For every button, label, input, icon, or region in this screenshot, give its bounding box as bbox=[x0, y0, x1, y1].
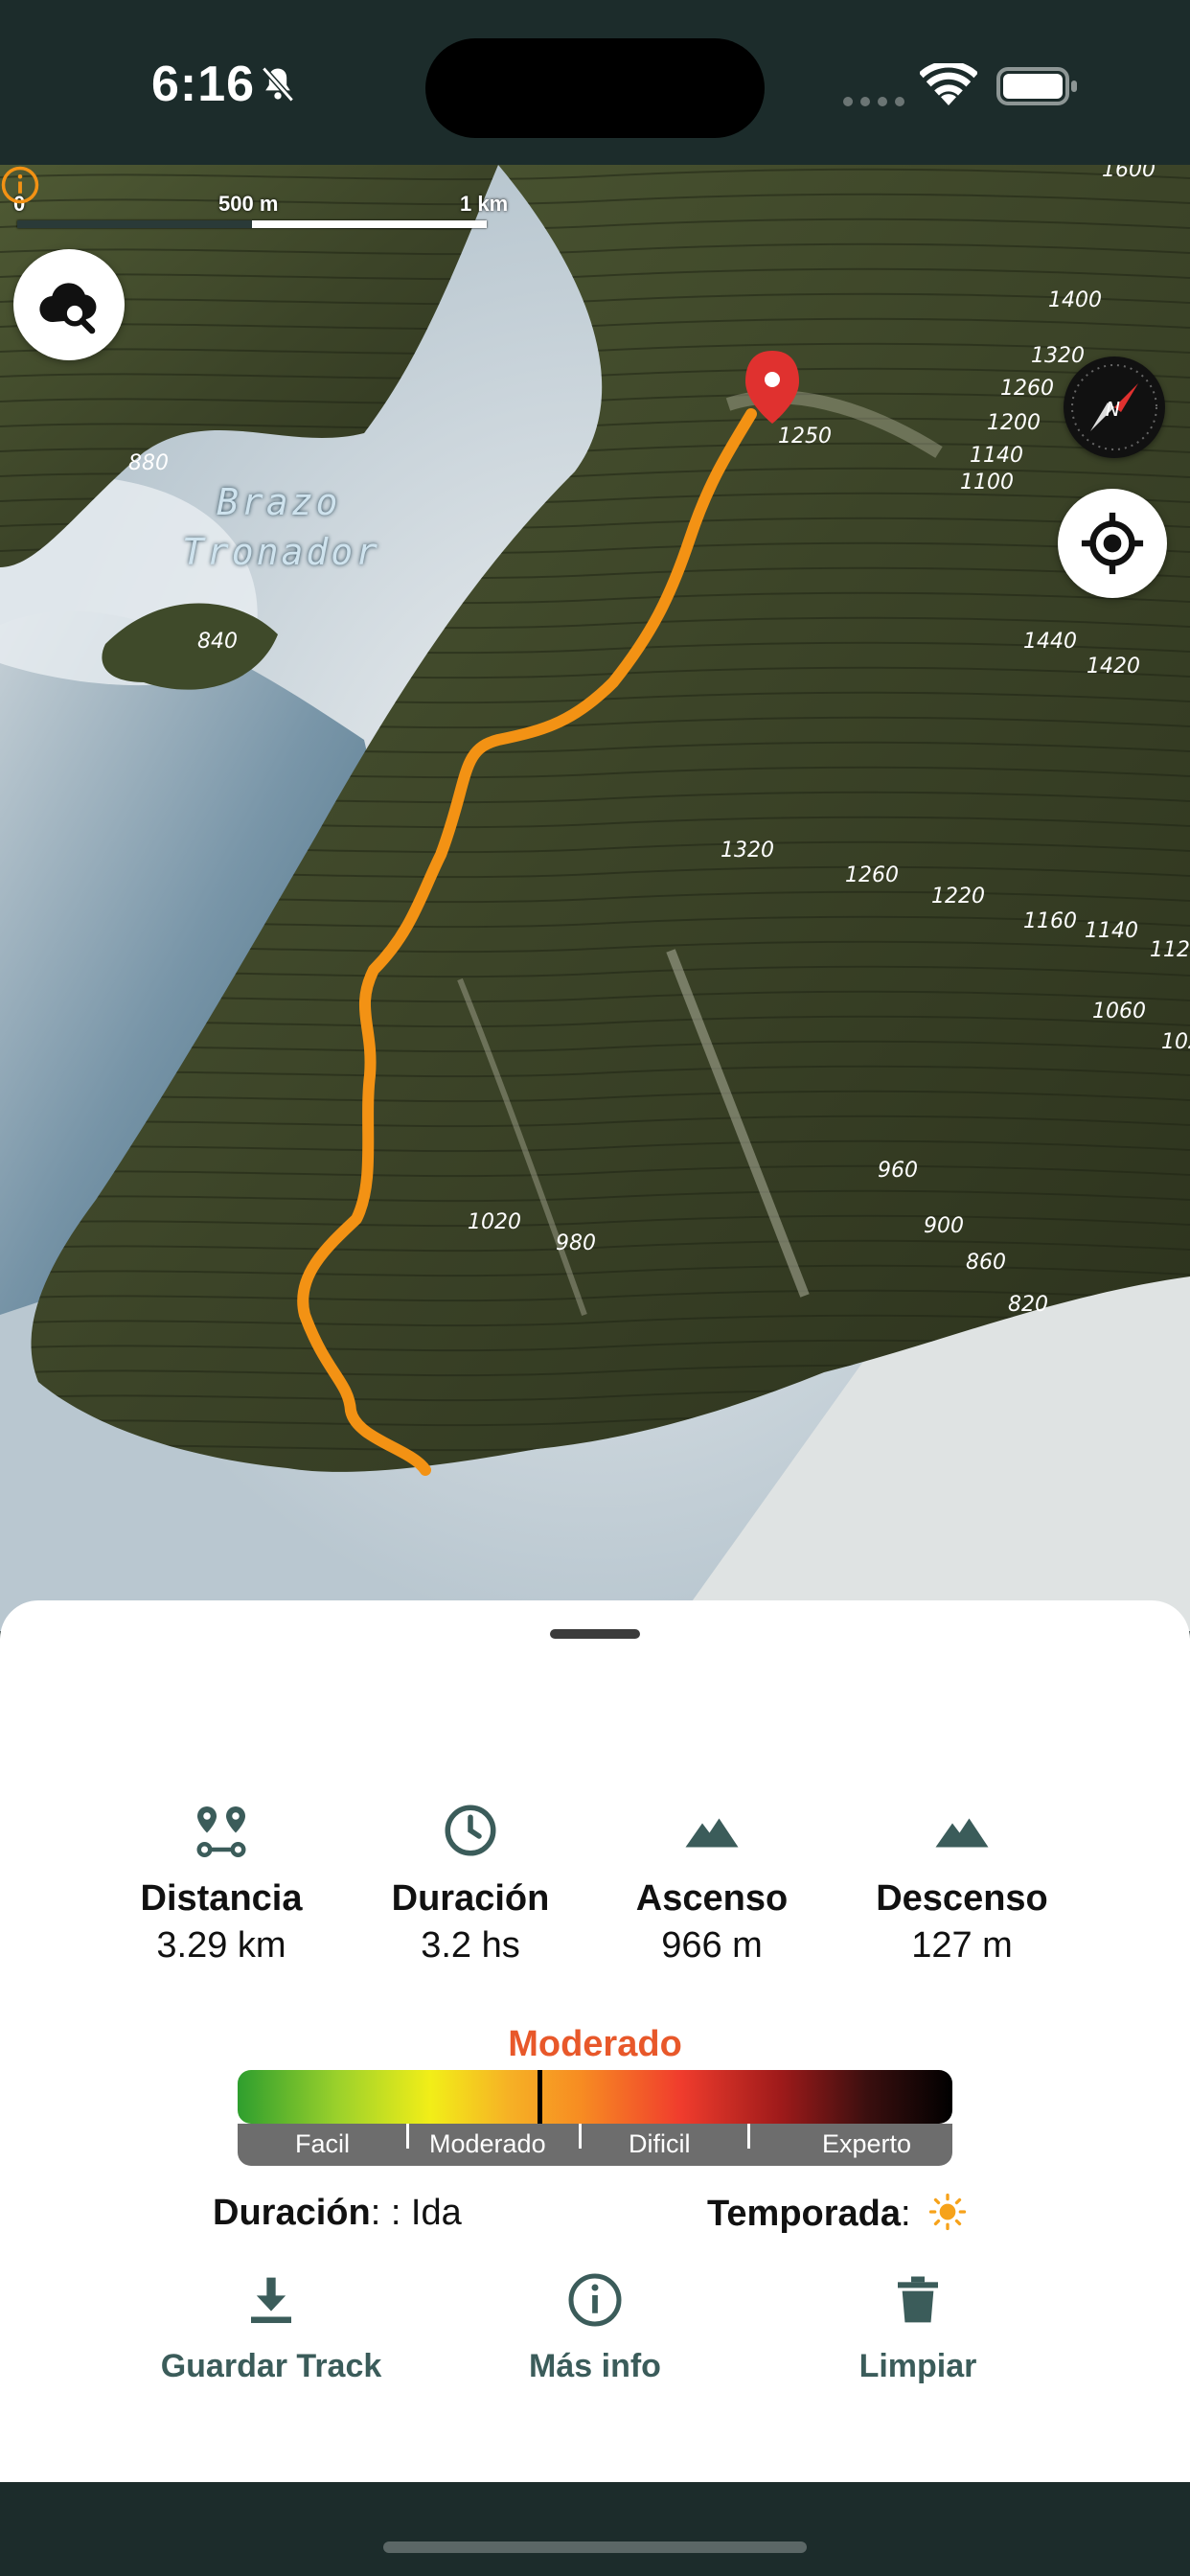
contour-label: 1420 bbox=[1087, 655, 1140, 678]
stat-descent: Descenso 127 m bbox=[842, 1802, 1082, 1966]
stat-distance: Distancia 3.29 km bbox=[102, 1802, 341, 1966]
stat-label: Duración bbox=[391, 1878, 550, 1919]
svg-text:N: N bbox=[1106, 398, 1120, 421]
status-time: 6:16 bbox=[151, 57, 256, 112]
locate-button[interactable] bbox=[1058, 489, 1167, 598]
scale-line bbox=[17, 220, 487, 228]
cloud-search-icon bbox=[39, 283, 97, 334]
stat-label: Ascenso bbox=[635, 1878, 789, 1919]
season-info: Temporada: bbox=[707, 2193, 967, 2235]
contour-label: 880 bbox=[128, 451, 169, 475]
difficulty-bar bbox=[238, 2070, 952, 2124]
difficulty-level: Facil bbox=[295, 2129, 351, 2158]
stat-label: Distancia bbox=[140, 1878, 303, 1919]
battery-icon bbox=[996, 67, 1077, 105]
difficulty-level: Experto bbox=[822, 2129, 912, 2158]
contour-label: 1400 bbox=[1048, 288, 1102, 312]
sheet-handle[interactable] bbox=[550, 1629, 640, 1639]
duration-label: Duración bbox=[213, 2193, 371, 2233]
contour-label: 960 bbox=[878, 1159, 918, 1183]
bottom-bar bbox=[0, 2482, 1190, 2576]
contour-label: 1140 bbox=[1085, 919, 1138, 943]
contour-label: 1440 bbox=[1023, 630, 1077, 654]
compass-icon: N bbox=[1071, 364, 1157, 450]
stat-duration: Duración 3.2 hs bbox=[351, 1802, 590, 1966]
stat-ascent: Ascenso 966 m bbox=[592, 1802, 832, 1966]
info-icon[interactable] bbox=[0, 165, 40, 205]
contour-label: 1160 bbox=[1023, 909, 1077, 933]
route-details-sheet[interactable]: Distancia 3.29 km Duración 3.2 hs Ascens… bbox=[0, 1600, 1190, 2482]
contour-label: 1020 bbox=[1161, 1030, 1190, 1054]
contour-label: 1120 bbox=[1150, 938, 1190, 962]
contour-label: 1260 bbox=[845, 863, 899, 887]
contour-label: 1600 bbox=[1102, 165, 1156, 182]
difficulty-scale: Facil Moderado Dificil Experto bbox=[238, 2124, 952, 2166]
difficulty-level: Moderado bbox=[429, 2129, 546, 2158]
clear-button[interactable]: Limpiar bbox=[774, 2271, 1062, 2385]
scale-label-1km: 1 km bbox=[460, 192, 509, 216]
stat-value: 3.2 hs bbox=[421, 1925, 520, 1966]
contour-label: 1140 bbox=[970, 444, 1023, 468]
stat-label: Descenso bbox=[876, 1878, 1048, 1919]
map-view[interactable]: 1600 1400 1320 1260 1200 1140 1100 1250 … bbox=[0, 165, 1190, 1631]
save-track-button[interactable]: Guardar Track bbox=[127, 2271, 415, 2385]
place-label: Tronador bbox=[182, 531, 381, 573]
sun-icon bbox=[928, 2193, 967, 2231]
stat-value: 3.29 km bbox=[156, 1925, 286, 1966]
contour-label: 900 bbox=[924, 1214, 964, 1238]
contour-label: 1320 bbox=[721, 839, 774, 862]
contour-label: 1200 bbox=[987, 411, 1041, 435]
difficulty-marker bbox=[538, 2070, 543, 2126]
contour-label: 980 bbox=[556, 1231, 596, 1255]
compass-button[interactable]: N bbox=[1064, 356, 1165, 458]
difficulty-level: Dificil bbox=[629, 2129, 691, 2158]
status-bar: 6:16 bbox=[0, 0, 1190, 165]
clock-icon bbox=[445, 1805, 496, 1856]
locate-icon bbox=[1081, 512, 1144, 575]
action-label: Más info bbox=[529, 2348, 661, 2384]
action-label: Limpiar bbox=[858, 2348, 977, 2384]
place-label: Brazo bbox=[217, 481, 341, 523]
dynamic-island bbox=[425, 38, 765, 138]
contour-label: 1220 bbox=[931, 885, 985, 908]
duration-info: Duración: : Ida bbox=[213, 2193, 462, 2234]
contour-label: 1100 bbox=[960, 471, 1014, 494]
action-label: Guardar Track bbox=[160, 2348, 382, 2384]
wifi-icon bbox=[920, 63, 977, 105]
contour-label: 840 bbox=[197, 630, 238, 654]
difficulty-current: Moderado bbox=[508, 2024, 682, 2064]
cloud-search-button[interactable] bbox=[13, 249, 125, 360]
duration-value: : : Ida bbox=[370, 2193, 462, 2233]
terrain-map: 1600 1400 1320 1260 1200 1140 1100 1250 … bbox=[0, 165, 1190, 1631]
trash-icon bbox=[898, 2276, 938, 2323]
contour-label: 1260 bbox=[1000, 377, 1054, 401]
contour-label: 1060 bbox=[1092, 1000, 1146, 1024]
season-value: : bbox=[901, 2194, 911, 2234]
home-indicator[interactable] bbox=[383, 2542, 807, 2553]
mountain-icon bbox=[685, 1818, 739, 1848]
contour-label: 1250 bbox=[778, 425, 832, 448]
info-icon bbox=[568, 2273, 622, 2327]
scale-label-500m: 500 m bbox=[218, 192, 279, 216]
route-pins-icon bbox=[196, 1806, 246, 1858]
signal-dots bbox=[843, 94, 912, 111]
contour-label: 820 bbox=[1008, 1293, 1048, 1317]
stat-value: 966 m bbox=[661, 1925, 763, 1966]
contour-label: 1020 bbox=[468, 1210, 521, 1234]
download-icon bbox=[251, 2277, 291, 2324]
contour-label: 860 bbox=[966, 1251, 1006, 1275]
mountain-icon bbox=[935, 1818, 989, 1848]
bell-slash-icon bbox=[262, 66, 294, 103]
more-info-button[interactable]: Más info bbox=[451, 2271, 739, 2385]
season-label: Temporada bbox=[707, 2194, 902, 2234]
stat-value: 127 m bbox=[911, 1925, 1013, 1966]
